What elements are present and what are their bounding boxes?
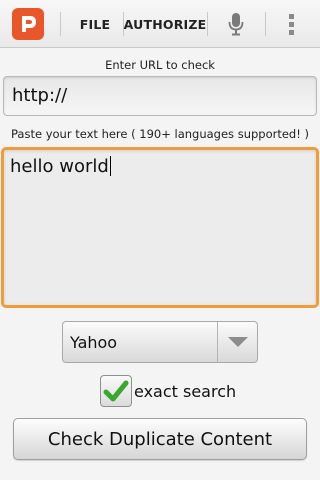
- checkmark-icon: [103, 380, 129, 402]
- check-duplicate-content-button[interactable]: Check Duplicate Content: [13, 418, 307, 460]
- action-bar-divider: [60, 12, 61, 36]
- app-screen: FILE AUTHORIZE Enter URL to check http:/…: [0, 0, 320, 480]
- authorize-button[interactable]: AUTHORIZE: [124, 0, 207, 48]
- text-label: Paste your text here ( 190+ languages su…: [11, 127, 309, 141]
- exact-search-label: exact search: [134, 381, 237, 401]
- dropdown-triangle-icon: [218, 322, 257, 362]
- text-cursor: [109, 156, 111, 176]
- text-input-value: hello world: [10, 156, 109, 177]
- file-button[interactable]: FILE: [70, 0, 120, 48]
- overflow-menu-icon[interactable]: [282, 0, 302, 48]
- search-engine-selected: Yahoo: [70, 332, 118, 352]
- action-bar-divider: [207, 12, 208, 36]
- text-input[interactable]: hello world: [1, 147, 319, 308]
- search-engine-dropdown[interactable]: Yahoo: [62, 321, 258, 363]
- url-label: Enter URL to check: [105, 58, 215, 72]
- url-input[interactable]: http://: [3, 76, 317, 116]
- exact-search-checkbox[interactable]: [100, 375, 132, 407]
- action-bar: FILE AUTHORIZE: [0, 0, 320, 48]
- app-logo-icon[interactable]: [12, 8, 44, 40]
- exact-search-option[interactable]: exact search: [100, 375, 236, 407]
- action-bar-divider: [265, 12, 266, 36]
- microphone-icon[interactable]: [224, 0, 248, 48]
